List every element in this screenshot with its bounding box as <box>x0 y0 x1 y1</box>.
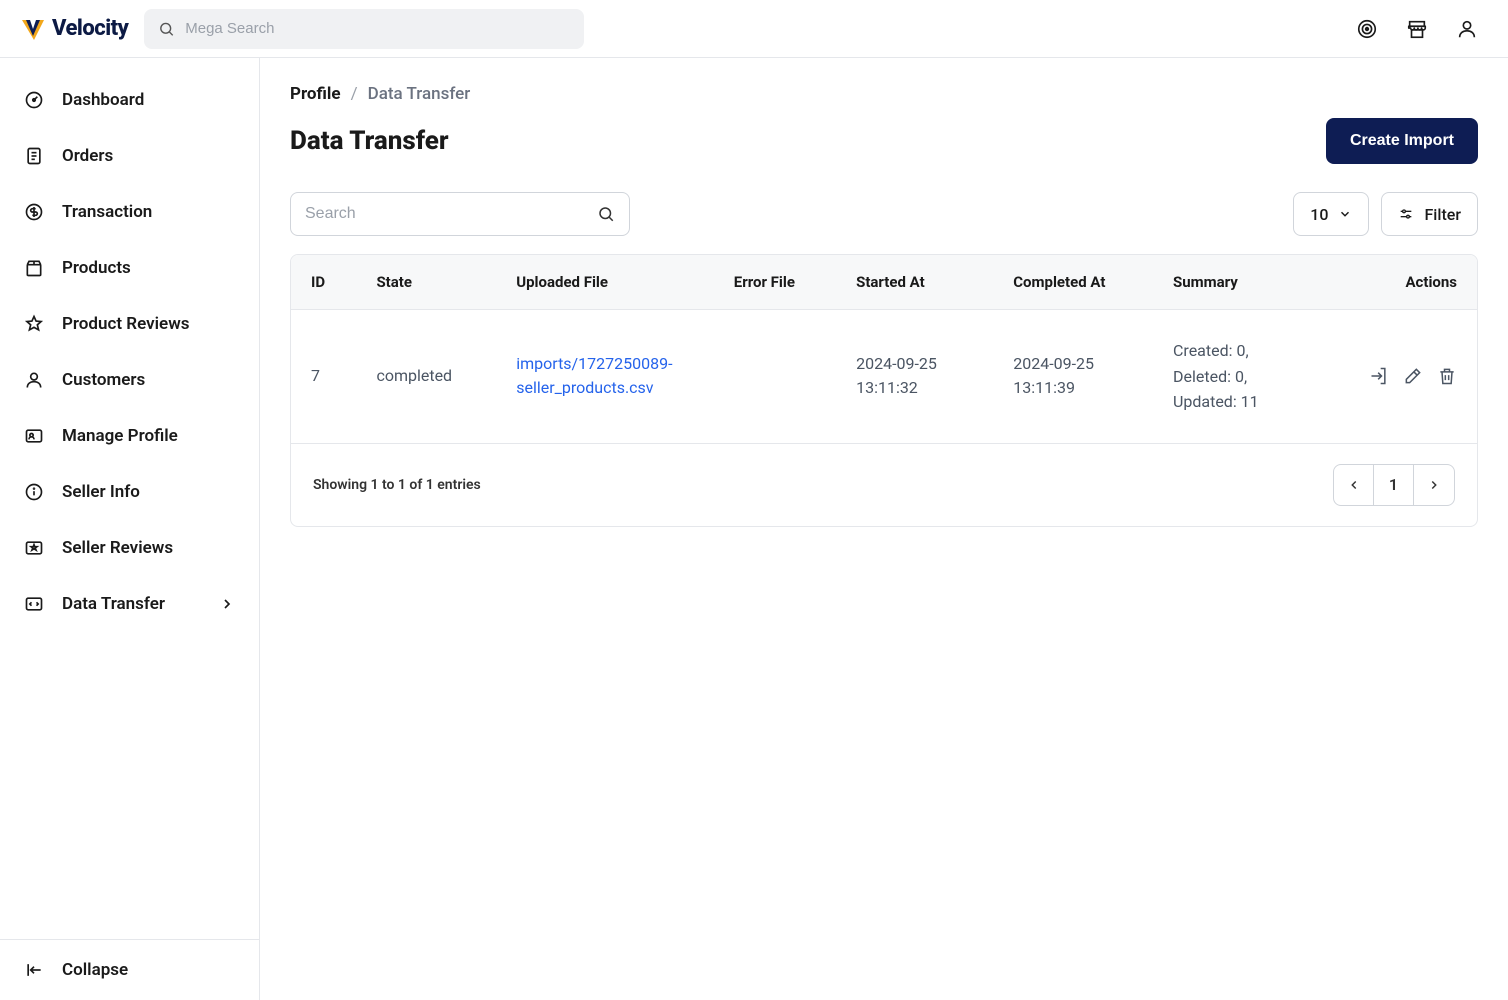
profile-card-icon <box>24 426 44 446</box>
dashboard-icon <box>24 90 44 110</box>
sidebar-item-seller-info[interactable]: Seller Info <box>0 464 259 520</box>
pager-prev[interactable] <box>1334 465 1374 505</box>
col-error-file[interactable]: Error File <box>714 255 836 310</box>
sidebar: Dashboard Orders Transaction Products Pr… <box>0 58 260 1000</box>
sidebar-item-label: Dashboard <box>62 90 144 110</box>
chevron-left-icon <box>1347 478 1361 492</box>
sidebar-item-label: Product Reviews <box>62 314 189 334</box>
col-completed-at[interactable]: Completed At <box>993 255 1153 310</box>
transaction-icon <box>24 202 44 222</box>
sidebar-item-products[interactable]: Products <box>0 240 259 296</box>
search-icon <box>158 20 175 38</box>
main-content: Profile / Data Transfer Data Transfer Cr… <box>260 58 1508 1000</box>
create-import-button[interactable]: Create Import <box>1326 118 1478 164</box>
brand-logo[interactable]: Velocity <box>20 16 128 42</box>
sidebar-item-seller-reviews[interactable]: Seller Reviews <box>0 520 259 576</box>
app-header: Velocity <box>0 0 1508 58</box>
sidebar-item-label: Seller Reviews <box>62 538 173 558</box>
filter-icon <box>1398 206 1414 222</box>
table-row: 7 completed imports/1727250089-seller_pr… <box>291 310 1477 444</box>
cell-completed-at: 2024-09-25 13:11:39 <box>1013 354 1094 397</box>
breadcrumb-current: Data Transfer <box>368 84 471 104</box>
entries-text: Showing 1 to 1 of 1 entries <box>313 477 481 493</box>
customers-icon <box>24 370 44 390</box>
sidebar-item-label: Orders <box>62 146 113 166</box>
table-toolbar: 10 Filter <box>290 192 1478 254</box>
sidebar-item-orders[interactable]: Orders <box>0 128 259 184</box>
mega-search-input[interactable] <box>185 20 570 37</box>
col-started-at[interactable]: Started At <box>836 255 993 310</box>
filter-label: Filter <box>1424 205 1461 224</box>
sidebar-item-transaction[interactable]: Transaction <box>0 184 259 240</box>
header-actions <box>1356 18 1488 40</box>
sidebar-collapse[interactable]: Collapse <box>0 939 259 1000</box>
table-search-input[interactable] <box>305 205 597 223</box>
filter-button[interactable]: Filter <box>1381 192 1478 236</box>
collapse-icon <box>24 960 44 980</box>
chevron-right-icon <box>1427 478 1441 492</box>
col-summary[interactable]: Summary <box>1153 255 1322 310</box>
page-size-value: 10 <box>1310 205 1328 224</box>
orders-icon <box>24 146 44 166</box>
page-size-dropdown[interactable]: 10 <box>1293 192 1369 236</box>
sidebar-item-data-transfer[interactable]: Data Transfer <box>0 576 259 632</box>
col-actions: Actions <box>1322 255 1477 310</box>
sidebar-item-customers[interactable]: Customers <box>0 352 259 408</box>
star-icon <box>24 314 44 334</box>
sidebar-item-label: Data Transfer <box>62 594 165 614</box>
breadcrumb-root[interactable]: Profile <box>290 84 341 104</box>
cell-summary: Created: 0, Deleted: 0, Updated: 11 <box>1173 341 1259 411</box>
col-id[interactable]: ID <box>291 255 356 310</box>
cell-id: 7 <box>311 366 320 385</box>
collapse-label: Collapse <box>62 960 128 980</box>
sidebar-item-product-reviews[interactable]: Product Reviews <box>0 296 259 352</box>
pager-next[interactable] <box>1414 465 1454 505</box>
breadcrumb-separator: / <box>351 84 358 104</box>
import-icon[interactable] <box>1369 366 1389 386</box>
user-icon[interactable] <box>1456 18 1478 40</box>
table-search[interactable] <box>290 192 630 236</box>
cell-uploaded-file-link[interactable]: imports/1727250089-seller_products.csv <box>516 354 672 397</box>
search-icon <box>597 205 615 223</box>
sidebar-item-label: Manage Profile <box>62 426 178 446</box>
sidebar-item-label: Transaction <box>62 202 152 222</box>
col-uploaded-file[interactable]: Uploaded File <box>496 255 714 310</box>
breadcrumb: Profile / Data Transfer <box>290 84 1478 104</box>
sidebar-item-label: Customers <box>62 370 145 390</box>
store-icon[interactable] <box>1406 18 1428 40</box>
delete-icon[interactable] <box>1437 366 1457 386</box>
review-icon <box>24 538 44 558</box>
chevron-right-icon <box>219 596 235 612</box>
row-actions <box>1342 366 1457 386</box>
data-table: ID State Uploaded File Error File Starte… <box>291 255 1477 444</box>
page-title: Data Transfer <box>290 126 449 156</box>
data-transfer-icon <box>24 594 44 614</box>
sidebar-item-manage-profile[interactable]: Manage Profile <box>0 408 259 464</box>
cell-state: completed <box>376 366 452 385</box>
logo-mark-icon <box>20 16 46 42</box>
data-table-card: ID State Uploaded File Error File Starte… <box>290 254 1478 527</box>
chevron-down-icon <box>1338 207 1352 221</box>
visit-shop-icon[interactable] <box>1356 18 1378 40</box>
cell-started-at: 2024-09-25 13:11:32 <box>856 354 937 397</box>
mega-search[interactable] <box>144 9 584 49</box>
edit-icon[interactable] <box>1403 366 1423 386</box>
info-icon <box>24 482 44 502</box>
col-state[interactable]: State <box>356 255 496 310</box>
pager-page[interactable]: 1 <box>1374 465 1414 505</box>
sidebar-item-label: Seller Info <box>62 482 140 502</box>
table-footer: Showing 1 to 1 of 1 entries 1 <box>291 444 1477 526</box>
brand-name: Velocity <box>52 16 128 41</box>
products-icon <box>24 258 44 278</box>
sidebar-item-dashboard[interactable]: Dashboard <box>0 72 259 128</box>
sidebar-item-label: Products <box>62 258 131 278</box>
pagination: 1 <box>1333 464 1455 506</box>
